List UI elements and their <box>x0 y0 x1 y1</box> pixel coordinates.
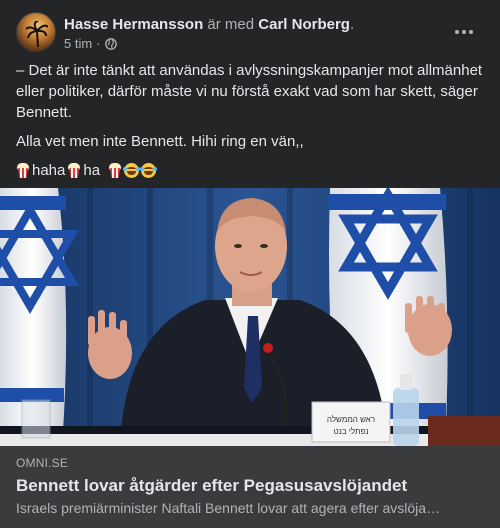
link-description: Israels premiärminister Naftali Bennett … <box>16 500 441 516</box>
name-period: . <box>349 16 355 33</box>
dot <box>469 30 473 34</box>
link-preview-image[interactable]: ראש הממשלה נפתלי בנט <box>0 188 500 446</box>
post-body: – Det är inte tänkt att användas i avlys… <box>16 60 486 181</box>
dot <box>455 30 459 34</box>
author-avatar[interactable] <box>16 12 56 52</box>
emoji-line: haha ha <box>16 160 486 181</box>
more-options-icon[interactable] <box>452 20 476 44</box>
link-info-panel[interactable]: OMNI.SE Bennett lovar åtgärder efter Peg… <box>0 446 500 528</box>
laughing-tears-icon <box>140 163 158 178</box>
post-paragraph-quote: – Det är inte tänkt att användas i avlys… <box>16 62 483 121</box>
popcorn-icon <box>67 163 81 178</box>
post-card: Hasse Hermansson är med Carl Norberg. 5 … <box>0 0 500 528</box>
svg-text:ראש הממשלה: ראש הממשלה <box>327 415 375 424</box>
author-line: Hasse Hermansson är med Carl Norberg. <box>64 15 354 34</box>
svg-text:נפתלי בנט: נפתלי בנט <box>333 427 368 436</box>
post-paragraph-comment: Alla vet men inte Bennett. Hihi ring en … <box>16 133 304 150</box>
post-meta: 5 tim · <box>64 36 117 51</box>
link-title[interactable]: Bennett lovar åtgärder efter Pegasusavsl… <box>16 476 484 496</box>
tagged-name[interactable]: Carl Norberg <box>258 16 350 33</box>
meta-dot: · <box>96 36 101 51</box>
laughing-tears-icon <box>123 163 141 178</box>
dot <box>462 30 466 34</box>
emoji-text-haha: haha <box>32 162 66 179</box>
globe-icon[interactable] <box>104 37 117 50</box>
emoji-text-ha: ha <box>83 162 101 179</box>
popcorn-icon <box>16 163 30 178</box>
link-source: OMNI.SE <box>16 456 69 470</box>
author-name[interactable]: Hasse Hermansson <box>64 16 203 33</box>
bennett-photo: ראש הממשלה נפתלי בנט <box>0 188 500 446</box>
popcorn-icon <box>108 163 122 178</box>
post-header: Hasse Hermansson är med Carl Norberg. 5 … <box>16 12 484 54</box>
post-time[interactable]: 5 tim <box>64 36 92 51</box>
palm-tree-icon <box>26 21 48 47</box>
with-text: är med <box>207 16 255 33</box>
